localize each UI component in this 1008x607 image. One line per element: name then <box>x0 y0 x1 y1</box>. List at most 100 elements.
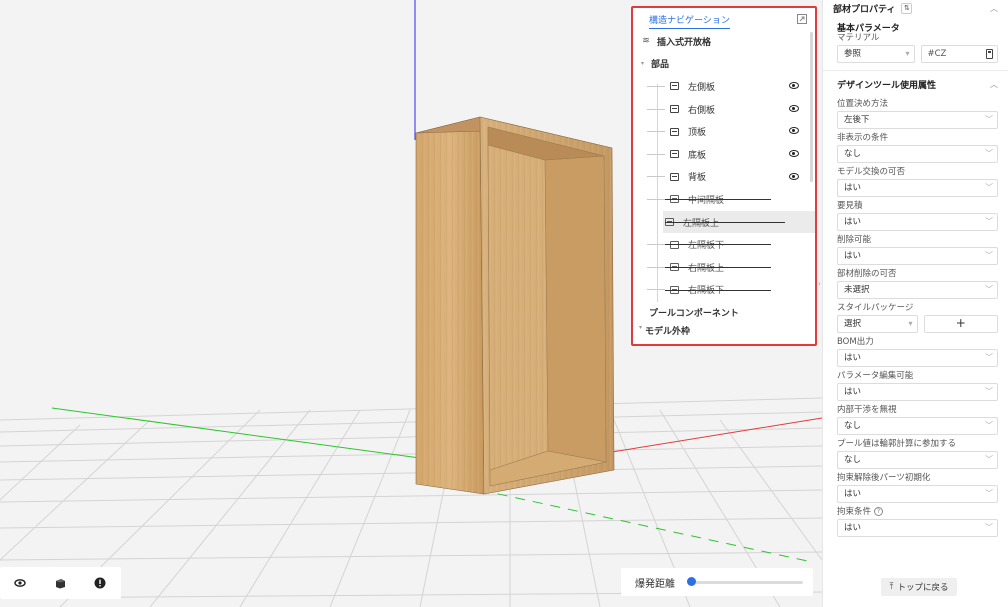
nav-item-label: モデル外枠 <box>645 326 691 337</box>
nav-item-model-outline[interactable]: ▾ モデル外枠 <box>633 324 815 338</box>
nav-part-row[interactable]: 左側板 <box>633 75 815 98</box>
material-code-value: #CZ <box>927 49 947 59</box>
field-value: はい <box>844 387 862 397</box>
field-row: はい ﹀ <box>823 179 1008 198</box>
chevron-down-icon: ﹀ <box>985 523 993 532</box>
nav-header: 構造ナビゲーション <box>633 8 815 30</box>
constraint-select[interactable]: はい ﹀ <box>837 519 998 537</box>
explode-slider[interactable] <box>687 577 803 586</box>
field-select[interactable]: 未選択 ﹀ <box>837 281 998 299</box>
field-select[interactable]: なし ﹀ <box>837 417 998 435</box>
tab-structure-navigation[interactable]: 構造ナビゲーション <box>649 10 730 29</box>
field-select[interactable]: 左後下 ﹀ <box>837 111 998 129</box>
material-code-field[interactable]: #CZ <box>920 45 998 63</box>
chevron-down-icon: ﹀ <box>985 353 993 362</box>
eye-icon[interactable] <box>789 104 799 112</box>
field-select[interactable]: なし ﹀ <box>837 451 998 469</box>
nav-part-row-selected[interactable]: 左隔板上 <box>663 210 815 234</box>
chevron-down-icon: ﹀ <box>985 285 993 294</box>
help-icon[interactable]: ? <box>874 507 884 516</box>
field-value: なし <box>844 455 862 465</box>
swap-icon[interactable]: ⇅ <box>901 2 913 14</box>
design-fields: 位置決め方法 左後下 ﹀ 非表示の条件 なし ﹀ モデル交換の可否 はい ﹀ 要見積 はい ﹀ 削除可能… <box>823 97 1008 300</box>
nav-part-row-hidden[interactable]: 右隔板上 <box>633 256 815 279</box>
divider <box>823 70 1008 71</box>
style-package-select[interactable]: 選択 ▾ <box>837 315 918 333</box>
properties-header: 部材プロパティ ⇅ ︿ <box>823 0 1008 16</box>
chevron-down-icon: ﹀ <box>985 455 993 464</box>
nav-section-parts[interactable]: ▾ 部品 <box>633 53 815 76</box>
constraint-label-text: 拘束条件 <box>837 507 872 517</box>
calculator-icon[interactable] <box>986 49 993 59</box>
alert-icon <box>94 577 106 589</box>
material-label: マテリアル <box>837 33 880 43</box>
field-label: 部材削除の可否 <box>837 269 897 279</box>
collapse-arrow-icon[interactable]: ‹ <box>818 280 823 290</box>
field-value: はい <box>844 217 862 227</box>
style-select-value: 選択 <box>844 319 862 329</box>
explode-slider-thumb[interactable] <box>687 577 696 586</box>
eye-icon[interactable] <box>789 82 799 90</box>
panel-icon <box>670 172 679 181</box>
field-value: 未選択 <box>844 285 870 295</box>
expand-icon[interactable] <box>797 14 807 24</box>
nav-item-insert-open-cell[interactable]: ≋ 插入式开放格 <box>633 30 815 53</box>
field-select[interactable]: はい ﹀ <box>837 383 998 401</box>
add-style-button[interactable]: + <box>923 315 998 333</box>
nav-part-row[interactable]: 底板 <box>633 143 815 166</box>
field-select[interactable]: はい ﹀ <box>837 247 998 265</box>
panel-icon <box>670 105 679 114</box>
chevron-down-icon: ▾ <box>908 319 913 328</box>
nav-section-label: 部品 <box>651 60 670 71</box>
field-row: なし ﹀ <box>823 451 1008 470</box>
chevron-down-icon: ▾ <box>905 49 910 58</box>
field-value: はい <box>844 251 862 261</box>
3d-viewport[interactable]: 構造ナビゲーション ≋ 插入式开放格 ▾ 部品 左側板 右側板 顶板 底板 背板… <box>0 0 822 607</box>
nav-part-row-hidden[interactable]: 中间隔板 <box>633 188 815 211</box>
field-label: 要見積 <box>837 201 863 211</box>
eye-icon <box>14 579 26 587</box>
field-select[interactable]: はい ﹀ <box>837 485 998 503</box>
chevron-up-icon[interactable]: ︿ <box>990 79 998 90</box>
field-row: はい ﹀ <box>823 383 1008 402</box>
alert-button[interactable] <box>80 567 120 599</box>
explode-distance-control: 爆発距離 <box>621 568 813 596</box>
chevron-down-icon: ﹀ <box>985 489 993 498</box>
field-row: はい ﹀ <box>823 213 1008 232</box>
panel-icon <box>670 127 679 136</box>
material-select[interactable]: 参照 ▾ <box>837 45 915 63</box>
field-label: 非表示の条件 <box>837 133 889 143</box>
view-toolbar <box>0 567 121 599</box>
nav-item-pool-components[interactable]: プールコンポーネント <box>633 301 815 324</box>
field-select[interactable]: はい ﹀ <box>837 179 998 197</box>
properties-title: 部材プロパティ <box>833 4 896 15</box>
structure-navigation-panel: 構造ナビゲーション ≋ 插入式开放格 ▾ 部品 左側板 右側板 顶板 底板 背板… <box>631 6 817 346</box>
nav-part-row[interactable]: 顶板 <box>633 120 815 143</box>
eye-icon[interactable] <box>789 127 799 135</box>
chevron-down-icon: ﹀ <box>985 149 993 158</box>
constraint-label: 拘束条件? <box>823 505 1008 519</box>
field-select[interactable]: はい ﹀ <box>837 349 998 367</box>
hidden-strikethrough <box>665 221 785 223</box>
field-select[interactable]: なし ﹀ <box>837 145 998 163</box>
eye-icon[interactable] <box>789 149 799 157</box>
design-attrs-header[interactable]: デザインツール使用属性 ︿ <box>823 75 1008 93</box>
chevron-up-icon[interactable]: ︿ <box>990 3 998 14</box>
nav-part-row-hidden[interactable]: 右隔板下 <box>633 279 815 302</box>
field-row: はい ﹀ <box>823 485 1008 504</box>
field-value: はい <box>844 183 862 193</box>
eye-button[interactable] <box>0 567 40 599</box>
hidden-strikethrough <box>665 266 771 268</box>
style-package-row: 選択 ▾ + <box>823 315 1008 334</box>
nav-part-row[interactable]: 背板 <box>633 166 815 189</box>
constraint-row: はい ﹀ <box>823 519 1008 538</box>
nav-part-row-hidden[interactable]: 左隔板下 <box>633 233 815 256</box>
eye-icon[interactable] <box>789 172 799 180</box>
caret-down-icon: ▾ <box>639 323 643 331</box>
back-to-top-button[interactable]: ⤒ トップに戻る <box>881 578 957 596</box>
field-label: 位置決め方法 <box>837 99 889 109</box>
cube-button[interactable] <box>40 567 80 599</box>
nav-part-row[interactable]: 右側板 <box>633 98 815 121</box>
field-value: はい <box>844 353 862 363</box>
field-select[interactable]: はい ﹀ <box>837 213 998 231</box>
